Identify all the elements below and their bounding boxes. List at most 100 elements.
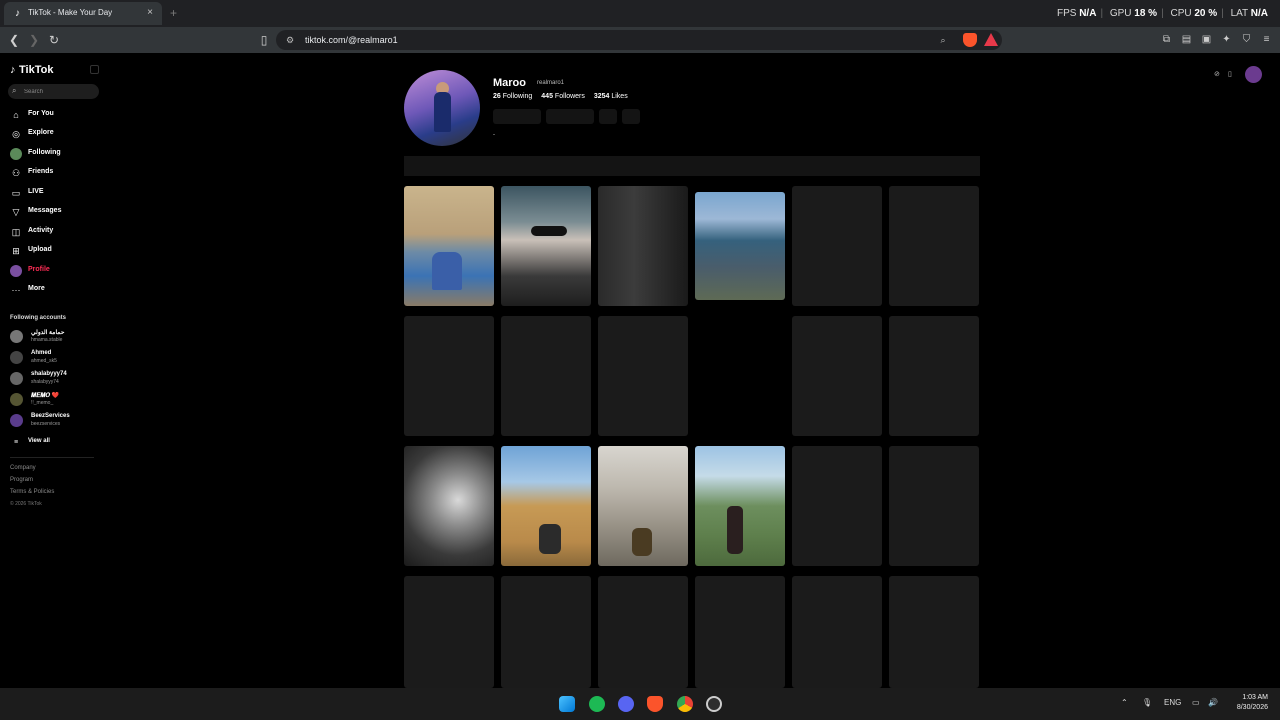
video-thumbnail[interactable] [695, 446, 785, 566]
close-tab-icon[interactable]: × [143, 6, 157, 20]
profile-bio: - [493, 132, 495, 138]
video-placeholder[interactable] [792, 186, 882, 306]
brave-shields-icon[interactable] [963, 33, 977, 47]
browser-tab[interactable]: ♪ TikTok - Make Your Day × [4, 2, 162, 25]
volume-icon[interactable]: 🔊 [1208, 698, 1218, 707]
spotify-icon[interactable] [589, 696, 605, 712]
followers-count[interactable]: 445 [541, 93, 553, 100]
windows-start-icon[interactable] [559, 696, 575, 712]
video-thumbnail[interactable] [501, 446, 591, 566]
footer-program-link[interactable]: Program [10, 477, 33, 483]
coins-icon[interactable]: ⊘ [1214, 70, 1220, 78]
tiktok-logo[interactable]: ♪ TikTok [10, 64, 53, 76]
url-text[interactable]: tiktok.com/@realmaro1 [305, 35, 398, 45]
settings-button[interactable] [599, 109, 617, 124]
activity-icon: ◫ [11, 227, 21, 237]
edit-profile-button[interactable] [493, 109, 541, 124]
video-placeholder[interactable] [404, 316, 494, 436]
video-thumbnail[interactable] [404, 186, 494, 306]
search-input[interactable] [24, 84, 96, 99]
menu-icon[interactable]: ≡ [1259, 32, 1274, 47]
video-placeholder[interactable] [695, 316, 785, 436]
likes-count: 3254 [593, 93, 610, 100]
nav-more[interactable]: ··· More [10, 283, 100, 297]
reload-icon[interactable]: ↻ [46, 32, 62, 48]
footer-company-link[interactable]: Company [10, 465, 36, 471]
address-bar[interactable]: ⚙ tiktok.com/@realmaro1 ⌕ [276, 30, 1002, 50]
promote-button[interactable] [546, 109, 594, 124]
video-thumbnail[interactable] [695, 192, 785, 300]
site-settings-icon[interactable]: ⚙ [283, 33, 297, 47]
video-placeholder[interactable] [889, 446, 979, 566]
brave-browser-icon[interactable] [647, 696, 663, 712]
language-indicator[interactable]: ENG [1164, 698, 1181, 707]
sidebar-toggle-icon[interactable]: ▤ [1179, 32, 1194, 47]
back-arrow-icon[interactable]: ❮ [6, 32, 22, 48]
video-thumbnail[interactable] [501, 186, 591, 306]
nav-messages[interactable]: ▽ Messages [10, 205, 100, 219]
brave-rewards-icon[interactable] [984, 33, 998, 46]
following-account[interactable]: 𝑴𝑬𝑴𝑶 ❤️ !!_memo_ [10, 392, 100, 408]
video-thumbnail[interactable] [404, 446, 494, 566]
video-thumbnail[interactable] [598, 186, 688, 306]
following-account[interactable]: BeezServices beezservices [10, 413, 100, 429]
copyright-text: © 2026 TikTok [10, 501, 42, 507]
following-account[interactable]: حمامة الدولي hmama.stable [10, 329, 100, 345]
home-icon: ⌂ [13, 110, 19, 120]
video-placeholder[interactable] [889, 316, 979, 436]
nav-activity[interactable]: ◫ Activity [10, 225, 100, 239]
device-icon[interactable]: ▯ [1228, 70, 1232, 78]
nav-following[interactable]: Following [10, 147, 100, 161]
obs-icon[interactable] [706, 696, 722, 712]
profile-stats: 26 Following 445 Followers 3254 Likes [493, 93, 628, 100]
search-box[interactable]: ⌕ [8, 84, 99, 99]
user-avatar[interactable] [1245, 66, 1262, 83]
forward-arrow-icon[interactable]: ❯ [26, 32, 42, 48]
video-placeholder[interactable] [598, 316, 688, 436]
extensions-icon[interactable]: ⧉ [1159, 32, 1174, 47]
new-tab-button[interactable]: + [170, 6, 177, 20]
following-account[interactable]: Ahmed ahmed_sk5 [10, 350, 100, 366]
live-icon: ▭ [11, 188, 21, 198]
profile-avatar[interactable] [404, 70, 480, 146]
video-placeholder[interactable] [695, 576, 785, 688]
leo-ai-icon[interactable]: ✦ [1219, 32, 1234, 47]
footer-terms-link[interactable]: Terms & Policies [10, 489, 54, 495]
nav-live[interactable]: ▭ LIVE [10, 186, 100, 200]
zoom-search-icon[interactable]: ⌕ [936, 33, 950, 47]
nav-profile[interactable]: Profile [10, 264, 100, 278]
video-thumbnail[interactable] [598, 446, 688, 566]
account-avatar [10, 393, 23, 406]
nav-friends[interactable]: ⚇ Friends [10, 166, 100, 180]
profile-tabs-bar[interactable] [404, 156, 980, 176]
video-placeholder[interactable] [792, 446, 882, 566]
microphone-icon[interactable]: 🎙 [1142, 698, 1152, 707]
bookmark-icon[interactable]: ▯ [256, 32, 272, 48]
video-placeholder[interactable] [889, 576, 979, 688]
nav-upload[interactable]: ⊞ Upload [10, 244, 100, 258]
tiktok-note-icon: ♪ [10, 64, 16, 76]
chrome-icon[interactable] [677, 696, 693, 712]
wallet-icon[interactable]: ▣ [1199, 32, 1214, 47]
monitor-icon[interactable]: ▭ [1192, 698, 1200, 707]
video-placeholder[interactable] [501, 316, 591, 436]
video-placeholder[interactable] [792, 576, 882, 688]
discord-icon[interactable] [618, 696, 634, 712]
video-placeholder[interactable] [598, 576, 688, 688]
nav-for-you[interactable]: ⌂ For You [10, 108, 100, 122]
following-count[interactable]: 26 [493, 93, 501, 100]
system-clock[interactable]: 1:03 AM 8/30/2026 [1237, 693, 1268, 713]
show-hidden-icons-chevron-icon[interactable]: ⌃ [1121, 698, 1128, 707]
following-account[interactable]: shalabyyy74 shalabyyy74 [10, 371, 100, 387]
video-placeholder[interactable] [404, 576, 494, 688]
nav-explore[interactable]: ◎ Explore [10, 127, 100, 141]
vpn-shield-icon[interactable]: ⛉ [1239, 32, 1254, 47]
video-placeholder[interactable] [792, 316, 882, 436]
video-placeholder[interactable] [889, 186, 979, 306]
messages-icon: ▽ [12, 207, 20, 217]
collapse-sidebar-icon[interactable] [90, 65, 99, 74]
clock-time: 1:03 AM [1242, 694, 1268, 701]
video-placeholder[interactable] [501, 576, 591, 688]
view-all-link[interactable]: ≡ View all [10, 436, 100, 450]
share-button[interactable] [622, 109, 640, 124]
